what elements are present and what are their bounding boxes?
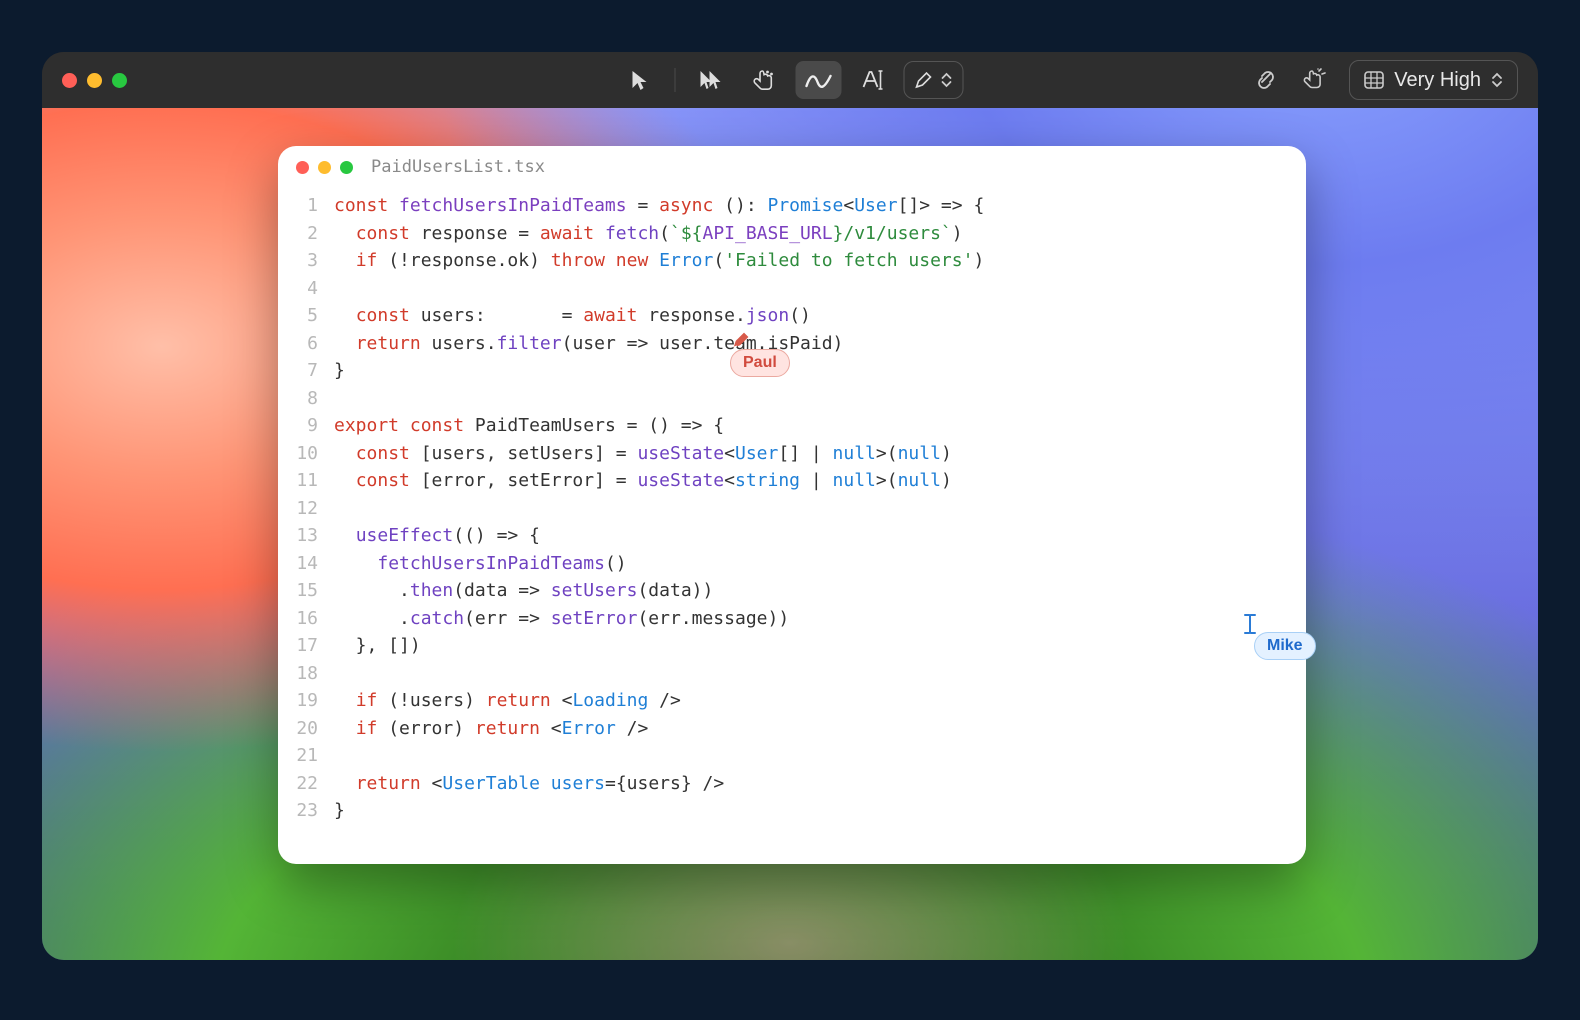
line-number: 18 <box>278 660 334 688</box>
line-number: 5 <box>278 302 334 330</box>
line-number: 16 <box>278 605 334 633</box>
line-number: 2 <box>278 220 334 248</box>
grid-icon <box>1364 71 1384 89</box>
editor-close-button[interactable] <box>296 161 309 174</box>
pencil-icon <box>915 71 933 89</box>
text-tool[interactable] <box>850 61 896 99</box>
collaborator-cursor-paul: Paul <box>730 329 790 377</box>
editor-titlebar: PaidUsersList.tsx <box>278 146 1306 188</box>
editor-filename: PaidUsersList.tsx <box>371 157 545 177</box>
app-titlebar: Very High <box>42 52 1538 108</box>
quality-label: Very High <box>1394 69 1481 92</box>
line-number: 13 <box>278 522 334 550</box>
editor-minimize-button[interactable] <box>318 161 331 174</box>
minimize-window-button[interactable] <box>87 73 102 88</box>
collaborator-cursor-mike: Mike <box>1254 612 1316 660</box>
collaborator-label: Paul <box>730 349 790 377</box>
line-number: 3 <box>278 247 334 275</box>
line-number: 6 <box>278 330 334 358</box>
pen-style-picker[interactable] <box>904 61 964 99</box>
line-number: 12 <box>278 495 334 523</box>
ibeam-cursor-icon <box>1242 612 1258 636</box>
code-editor-window[interactable]: PaidUsersList.tsx 1const fetchUsersInPai… <box>278 146 1306 864</box>
line-number: 7 <box>278 357 334 385</box>
close-window-button[interactable] <box>62 73 77 88</box>
click-tool[interactable] <box>742 61 788 99</box>
multi-arrow-tool[interactable] <box>688 61 734 99</box>
line-number: 15 <box>278 577 334 605</box>
line-number: 11 <box>278 467 334 495</box>
line-number: 21 <box>278 742 334 770</box>
toolbar-right: Very High <box>1253 60 1518 100</box>
app-window: Very High PaidUsersList.tsx 1const fetch… <box>42 52 1538 960</box>
editor-maximize-button[interactable] <box>340 161 353 174</box>
link-icon[interactable] <box>1253 69 1279 91</box>
line-number: 17 <box>278 632 334 660</box>
line-number: 22 <box>278 770 334 798</box>
quality-picker[interactable]: Very High <box>1349 60 1518 100</box>
traffic-lights <box>62 73 127 88</box>
toolbar <box>617 61 964 99</box>
chevron-updown-icon <box>1491 72 1503 88</box>
line-number: 1 <box>278 192 334 220</box>
collaborator-label: Mike <box>1254 632 1316 660</box>
arrow-tool[interactable] <box>617 61 663 99</box>
maximize-window-button[interactable] <box>112 73 127 88</box>
line-number: 4 <box>278 275 334 303</box>
canvas[interactable]: PaidUsersList.tsx 1const fetchUsersInPai… <box>42 108 1538 960</box>
line-number: 10 <box>278 440 334 468</box>
code-area[interactable]: 1const fetchUsersInPaidTeams = async ():… <box>278 188 1306 864</box>
chevron-updown-icon <box>941 72 953 88</box>
pencil-icon <box>730 329 752 351</box>
toolbar-separator <box>675 68 676 92</box>
line-number: 19 <box>278 687 334 715</box>
line-number: 8 <box>278 385 334 413</box>
line-number: 20 <box>278 715 334 743</box>
wave-hand-icon[interactable] <box>1301 67 1327 93</box>
line-number: 9 <box>278 412 334 440</box>
draw-tool[interactable] <box>796 61 842 99</box>
line-number: 14 <box>278 550 334 578</box>
line-number: 23 <box>278 797 334 825</box>
editor-traffic-lights <box>296 161 353 174</box>
